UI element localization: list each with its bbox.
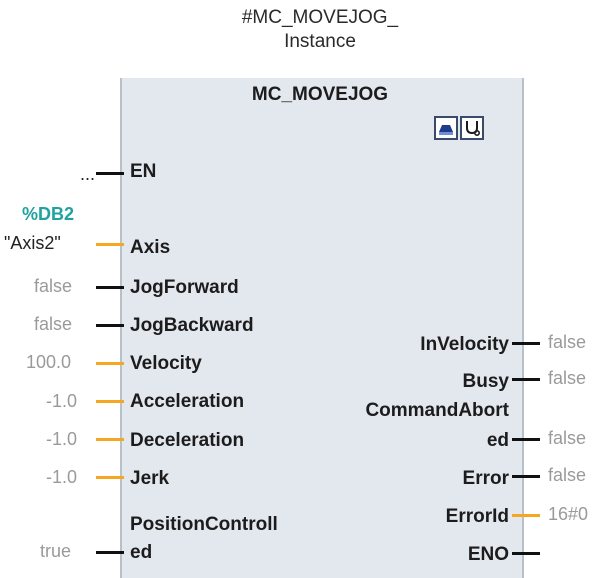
- in-velocity-wire: [512, 342, 540, 345]
- pin-position-controlled-line1: PositionControll: [130, 514, 278, 535]
- axis-wire: [96, 243, 124, 246]
- pin-error-id: ErrorId: [445, 506, 509, 527]
- jog-backward-wire: [96, 324, 124, 327]
- jog-forward-value[interactable]: false: [34, 275, 72, 297]
- velocity-value[interactable]: 100.0: [26, 351, 71, 373]
- error-id-wire: [512, 514, 540, 517]
- pin-command-aborted-line1: CommandAbort: [365, 400, 509, 421]
- deceleration-value[interactable]: -1.0: [46, 428, 77, 450]
- jerk-value[interactable]: -1.0: [46, 466, 77, 488]
- pin-position-controlled-line2: ed: [130, 542, 153, 563]
- acceleration-wire: [96, 400, 124, 403]
- jog-backward-value[interactable]: false: [34, 313, 72, 335]
- position-controlled-value[interactable]: true: [40, 540, 71, 562]
- axis-db-ref[interactable]: %DB2: [22, 204, 74, 225]
- deceleration-wire: [96, 438, 124, 441]
- in-velocity-value[interactable]: false: [548, 331, 586, 353]
- error-wire: [512, 475, 540, 478]
- pin-acceleration: Acceleration: [130, 391, 245, 412]
- pin-deceleration: Deceleration: [130, 430, 245, 451]
- jerk-wire: [96, 476, 124, 479]
- pin-jerk: Jerk: [130, 468, 170, 489]
- block-title: MC_MOVEJOG: [251, 84, 389, 105]
- pin-in-velocity: InVelocity: [420, 334, 509, 355]
- axis-value[interactable]: "Axis2": [4, 232, 61, 254]
- pin-en: EN: [130, 161, 157, 182]
- en-wire: [96, 172, 124, 175]
- en-value: ...: [80, 164, 96, 184]
- error-value[interactable]: false: [548, 464, 586, 486]
- axis-tool-icon[interactable]: [434, 116, 458, 140]
- position-controlled-wire: [96, 551, 124, 554]
- pin-jog-backward: JogBackward: [130, 315, 254, 336]
- pin-error: Error: [462, 468, 509, 489]
- eno-wire: [512, 552, 540, 555]
- error-id-value[interactable]: 16#0: [548, 503, 588, 525]
- jog-forward-wire: [96, 286, 124, 289]
- busy-wire: [512, 378, 540, 381]
- velocity-wire: [96, 362, 124, 365]
- acceleration-value[interactable]: -1.0: [46, 390, 77, 412]
- command-aborted-value[interactable]: false: [548, 427, 586, 449]
- instance-label: Instance: [284, 31, 356, 52]
- pin-jog-forward: JogForward: [130, 277, 239, 298]
- pin-axis: Axis: [130, 237, 171, 258]
- pin-eno: ENO: [467, 544, 509, 565]
- pin-busy: Busy: [462, 371, 509, 392]
- busy-value[interactable]: false: [548, 367, 586, 389]
- pin-velocity: Velocity: [130, 353, 202, 374]
- instance-name: #MC_MOVEJOG_: [241, 7, 399, 28]
- command-aborted-wire: [512, 438, 540, 441]
- diagnostics-icon[interactable]: [460, 116, 484, 140]
- pin-command-aborted-line2: ed: [486, 430, 509, 451]
